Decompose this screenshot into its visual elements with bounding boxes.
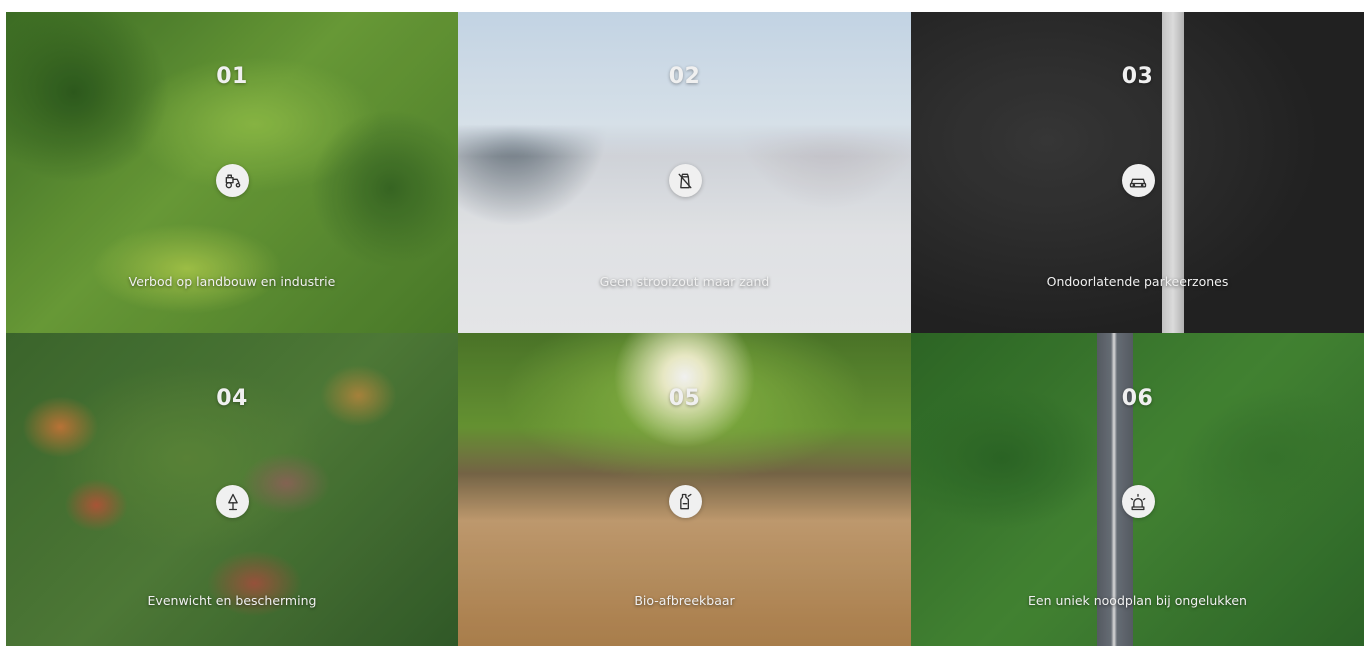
- feature-caption: Een uniek noodplan bij ongelukken: [1028, 593, 1247, 608]
- feature-caption: Evenwicht en bescherming: [147, 593, 317, 608]
- feature-number: 05: [668, 386, 701, 411]
- feature-number: 04: [216, 386, 248, 411]
- bio-bottle-icon: [668, 485, 702, 518]
- feature-caption: Ondoorlatende parkeerzones: [1046, 274, 1229, 289]
- feature-number: 01: [216, 64, 248, 89]
- feature-tile-06: 06 Een uniek noodplan bij ongelukken: [911, 333, 1364, 646]
- feature-tile-05: 05 Bio-afbreekbaar: [458, 333, 911, 646]
- tree-icon: [216, 485, 249, 518]
- feature-tile-01: 01 Verbod op landbouw en industrie: [6, 12, 458, 333]
- feature-caption: Verbod op landbouw en industrie: [128, 274, 336, 289]
- feature-caption: Bio-afbreekbaar: [634, 593, 735, 608]
- feature-caption: Geen strooizout maar zand: [599, 274, 770, 289]
- siren-icon: [1121, 485, 1155, 518]
- tractor-icon: [216, 164, 249, 197]
- feature-number: 03: [1121, 64, 1154, 89]
- feature-number: 06: [1121, 386, 1154, 411]
- feature-grid: 01 Verbod op landbouw en industrie 02 Ge…: [6, 12, 1364, 646]
- feature-tile-04: 04 Evenwicht en bescherming: [6, 333, 458, 646]
- salt-shaker-icon: [668, 164, 702, 197]
- feature-tile-02: 02 Geen strooizout maar zand: [458, 12, 911, 333]
- car-icon: [1121, 164, 1155, 197]
- feature-tile-03: 03 Ondoorlatende parkeerzones: [911, 12, 1364, 333]
- feature-number: 02: [668, 64, 701, 89]
